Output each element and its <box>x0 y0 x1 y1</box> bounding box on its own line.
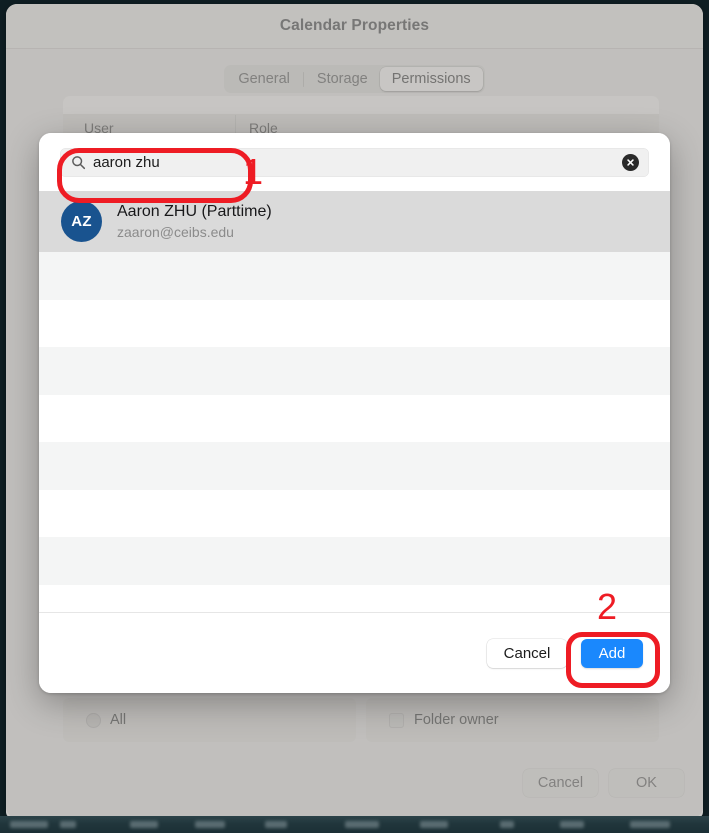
list-item-empty <box>39 347 670 395</box>
list-item-empty <box>39 394 670 442</box>
window-ok-button[interactable]: OK <box>609 769 684 797</box>
window-title: Calendar Properties <box>279 17 430 34</box>
option-all-label: All <box>110 712 127 728</box>
person-details: Aaron ZHU (Parttime) zaaron@ceibs.edu <box>117 203 272 240</box>
checkbox-icon[interactable] <box>389 712 404 728</box>
tabbar: General Storage Permissions <box>6 65 703 93</box>
desktop-taskbar-strip <box>0 816 709 833</box>
clear-search-icon[interactable] <box>622 153 639 171</box>
sheet-searchbar: aaron zhu <box>39 133 670 191</box>
person-email: zaaron@ceibs.edu <box>117 224 234 240</box>
option-folder-owner-label: Folder owner <box>414 712 499 728</box>
avatar: AZ <box>61 201 102 242</box>
list-item-empty <box>39 252 670 300</box>
list-item-empty <box>39 489 670 537</box>
sheet-footer: Cancel Add <box>39 612 670 693</box>
search-input-value: aaron zhu <box>93 153 160 171</box>
list-item-empty <box>39 537 670 585</box>
radio-icon[interactable] <box>86 712 101 728</box>
search-input[interactable]: aaron zhu <box>60 147 649 177</box>
search-icon <box>71 155 86 170</box>
list-item[interactable]: AZ Aaron ZHU (Parttime) zaaron@ceibs.edu <box>39 191 670 252</box>
add-button[interactable]: Add <box>581 638 643 668</box>
tab-permissions[interactable]: Permissions <box>379 67 483 91</box>
list-item-empty <box>39 442 670 490</box>
option-folder-owner[interactable]: Folder owner <box>366 698 659 742</box>
tab-divider <box>302 71 304 87</box>
tab-general[interactable]: General <box>226 67 302 91</box>
options-row: All Folder owner <box>63 698 659 752</box>
person-name: Aaron ZHU (Parttime) <box>117 203 272 220</box>
add-user-sheet: aaron zhu AZ Aaron ZHU (Parttime) zaaron… <box>39 133 670 693</box>
window-titlebar: Calendar Properties <box>6 4 703 49</box>
segmented-control: General Storage Permissions <box>224 65 485 93</box>
cancel-button[interactable]: Cancel <box>487 638 567 668</box>
option-all[interactable]: All <box>63 698 356 742</box>
search-results-list[interactable]: AZ Aaron ZHU (Parttime) zaaron@ceibs.edu <box>39 191 670 612</box>
tab-storage[interactable]: Storage <box>305 67 380 91</box>
window-cancel-button[interactable]: Cancel <box>523 769 598 797</box>
window-footer: Cancel OK <box>523 769 684 797</box>
list-item-empty <box>39 299 670 347</box>
